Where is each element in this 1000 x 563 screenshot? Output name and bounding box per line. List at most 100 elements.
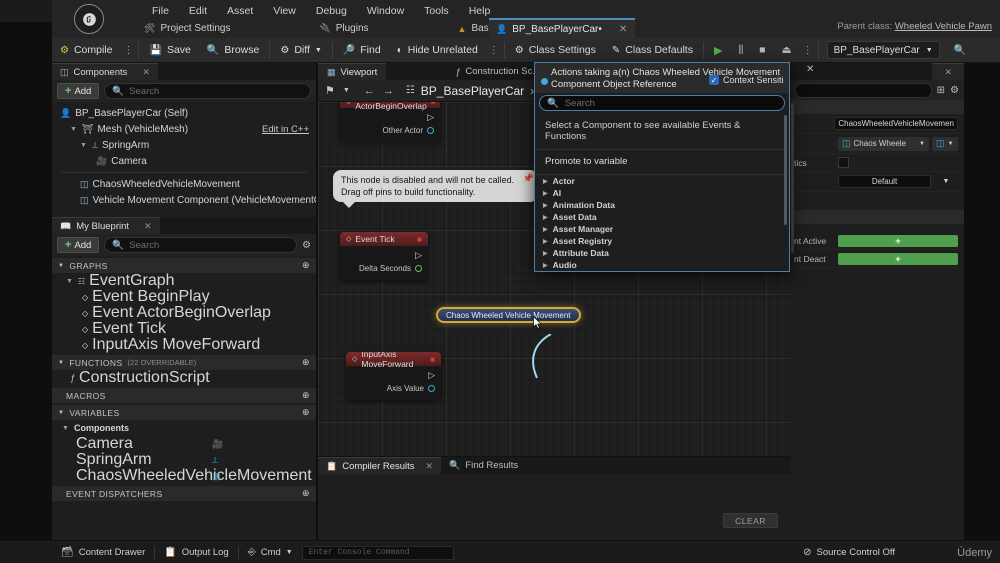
- tab-my-blueprint[interactable]: 📖 My Blueprint ✕: [52, 217, 160, 234]
- class-defaults-button[interactable]: ✎ Class Defaults: [604, 38, 701, 63]
- twisty-icon[interactable]: ▼: [58, 410, 64, 416]
- node-inputaxis-moveforward[interactable]: ◇ InputAxis MoveForward ■ ▷ Axis Value: [346, 352, 441, 400]
- context-menu-category-asset-registry[interactable]: ▶ Asset Registry: [535, 235, 789, 247]
- project-settings-link[interactable]: 🛠 Project Settings: [142, 22, 239, 35]
- hide-unrelated-button[interactable]: ◐ Hide Unrelated: [389, 38, 486, 63]
- clear-button[interactable]: CLEAR: [723, 513, 778, 528]
- pin-note-icon[interactable]: 📌: [523, 172, 534, 184]
- tab-components[interactable]: ◫ Components ✕: [52, 63, 158, 80]
- chevron-down-icon[interactable]: ▼: [343, 87, 350, 94]
- context-sensitive-toggle[interactable]: ✓ Context Sensiti: [709, 75, 787, 85]
- context-menu-category-animation-data[interactable]: ▶ Animation Data: [535, 199, 789, 211]
- tree-item-self[interactable]: 👤 BP_BasePlayerCar (Self): [52, 105, 316, 121]
- tree-item-springarm[interactable]: ▼ ⟂ SpringArm: [52, 137, 316, 153]
- node-pin-other-actor[interactable]: Other Actor: [346, 124, 434, 137]
- section-add-icon[interactable]: ⊕: [302, 390, 310, 401]
- menu-asset[interactable]: Asset: [217, 3, 263, 19]
- tab-viewport[interactable]: ▦ Viewport: [318, 63, 387, 80]
- details-tab-close-icon[interactable]: ✕: [944, 67, 952, 78]
- twisty-icon[interactable]: ▼: [58, 263, 64, 269]
- breadcrumb-label[interactable]: BP_BasePlayerCar: [421, 84, 524, 98]
- content-drawer-button[interactable]: 🗃 Content Drawer: [52, 541, 154, 563]
- document-tab-close-icon[interactable]: ✕: [619, 24, 627, 35]
- menu-tools[interactable]: Tools: [414, 3, 459, 19]
- source-control-button[interactable]: ⊘ Source Control Off: [794, 541, 904, 563]
- details-search-input[interactable]: [795, 82, 932, 98]
- document-tab-bp-baseplayercar[interactable]: 👤 BP_BasePlayerCar• ✕: [489, 18, 636, 38]
- node-pin-axis-value[interactable]: Axis Value: [352, 382, 435, 395]
- parent-class-value[interactable]: Wheeled Vehicle Pawn: [895, 21, 992, 32]
- graph-item-inputaxis-moveforward[interactable]: ◇ InputAxis MoveForward: [52, 336, 316, 353]
- context-menu-category-ai[interactable]: ▶ AI: [535, 187, 789, 199]
- compile-options-icon[interactable]: ⋮: [120, 45, 136, 56]
- grid-view-icon[interactable]: ⊞: [937, 85, 945, 96]
- graph-item-event-tick[interactable]: ◇ Event Tick: [52, 320, 316, 337]
- tab-details[interactable]: ✕: [932, 63, 964, 80]
- section-header-macros[interactable]: MACROS ⊕: [52, 388, 316, 403]
- graph-item-eventgraph[interactable]: ▼ ☷ EventGraph: [52, 272, 316, 289]
- play-options-icon[interactable]: ⋮: [800, 45, 816, 56]
- twisty-icon[interactable]: ▼: [66, 278, 74, 285]
- components-search-input[interactable]: 🔍 Search: [104, 83, 311, 99]
- step-button[interactable]: ⫼: [730, 38, 751, 63]
- details-scrollbar[interactable]: [791, 103, 794, 253]
- menu-view[interactable]: View: [263, 3, 306, 19]
- function-item-constructionscript[interactable]: ƒ ConstructionScript: [52, 369, 316, 386]
- add-event-deactivate-button[interactable]: +: [838, 252, 958, 265]
- tree-item-vehicle-movement[interactable]: ◫ Vehicle Movement Component (VehicleMov…: [52, 192, 316, 208]
- debug-object-selector[interactable]: BP_BasePlayerCar ▼: [826, 41, 940, 59]
- tab-find-results[interactable]: 🔍 Find Results: [441, 457, 526, 474]
- class-browse-combo[interactable]: ◫ ▼: [932, 136, 958, 151]
- my-blueprint-tab-close-icon[interactable]: ✕: [144, 221, 152, 232]
- graph-item-event-actorbeginoverlap[interactable]: ◇ Event ActorBeginOverlap: [52, 304, 316, 321]
- variable-item-camera[interactable]: Camera 🎥: [52, 435, 316, 452]
- twisty-icon[interactable]: ▼: [58, 360, 64, 366]
- tree-item-camera[interactable]: 🎥 Camera: [52, 153, 316, 169]
- components-add-button[interactable]: + Add: [57, 83, 100, 99]
- default-dropdown[interactable]: ▼: [934, 174, 958, 189]
- bookmark-icon[interactable]: ⚑: [325, 84, 335, 97]
- node-pin-delta-seconds[interactable]: Delta Seconds: [346, 262, 422, 275]
- play-button[interactable]: ▶: [706, 38, 730, 63]
- class-settings-button[interactable]: ⚙ Class Settings: [507, 38, 604, 63]
- section-add-icon[interactable]: ⊕: [302, 407, 310, 418]
- menu-debug[interactable]: Debug: [306, 3, 357, 19]
- context-menu-list[interactable]: Select a Component to see available Even…: [535, 111, 789, 271]
- context-menu-scrollbar[interactable]: [784, 115, 787, 225]
- output-log-button[interactable]: 📋 Output Log: [155, 541, 237, 563]
- context-menu-category-asset-data[interactable]: ▶ Asset Data: [535, 211, 789, 223]
- section-add-icon[interactable]: ⊕: [302, 357, 310, 368]
- context-menu-category-attribute-data[interactable]: ▶ Attribute Data: [535, 247, 789, 259]
- context-sensitive-checkbox[interactable]: ✓: [709, 75, 719, 85]
- section-header-graphs[interactable]: ▼ GRAPHS ⊕: [52, 258, 316, 273]
- menu-help[interactable]: Help: [459, 3, 501, 19]
- context-menu-category-audio[interactable]: ▶ Audio: [535, 259, 789, 271]
- variable-item-springarm[interactable]: SpringArm ⟂: [52, 451, 316, 468]
- find-button[interactable]: 🔎 Find: [335, 38, 389, 63]
- section-add-icon[interactable]: ⊕: [302, 260, 310, 271]
- gear-icon[interactable]: ⚙: [950, 85, 959, 96]
- class-combo[interactable]: ◫ Chaos Wheele ▼: [838, 136, 929, 151]
- context-menu-category-asset-manager[interactable]: ▶ Asset Manager: [535, 223, 789, 235]
- twisty-icon[interactable]: ▼: [62, 425, 70, 432]
- forward-button[interactable]: →: [383, 85, 394, 97]
- tree-item-chaos-movement[interactable]: ◫ ChaosWheeledVehicleMovement: [52, 176, 316, 192]
- menu-edit[interactable]: Edit: [179, 3, 217, 19]
- node-pin-exec[interactable]: ▷: [352, 369, 435, 382]
- my-blueprint-settings-icon[interactable]: ⚙: [302, 240, 311, 251]
- menu-window[interactable]: Window: [357, 3, 414, 19]
- unreal-logo-icon[interactable]: [74, 4, 104, 34]
- hide-unrelated-options-icon[interactable]: ⋮: [486, 45, 502, 56]
- section-header-event-dispatchers[interactable]: EVENT DISPATCHERS ⊕: [52, 486, 316, 501]
- tab-compiler-results-close-icon[interactable]: ✕: [426, 461, 434, 472]
- edit-in-cpp-link[interactable]: Edit in C++: [262, 124, 309, 135]
- section-header-functions[interactable]: ▼ FUNCTIONS (22 OVERRIDABLE) ⊕: [52, 355, 316, 370]
- stop-button[interactable]: ■: [751, 38, 773, 63]
- components-tab-close-icon[interactable]: ✕: [142, 67, 150, 78]
- variable-group-components[interactable]: ▼ Components: [52, 420, 316, 436]
- context-menu-promote-to-variable[interactable]: Promote to variable: [535, 150, 789, 175]
- menu-file[interactable]: File: [142, 3, 179, 19]
- tree-item-mesh[interactable]: ▼ ⛩ Mesh (VehicleMesh) Edit in C++: [52, 121, 316, 137]
- graph-item-event-beginplay[interactable]: ◇ Event BeginPlay: [52, 288, 316, 305]
- node-event-tick[interactable]: ◇ Event Tick ■ ▷ Delta Seconds: [340, 232, 428, 280]
